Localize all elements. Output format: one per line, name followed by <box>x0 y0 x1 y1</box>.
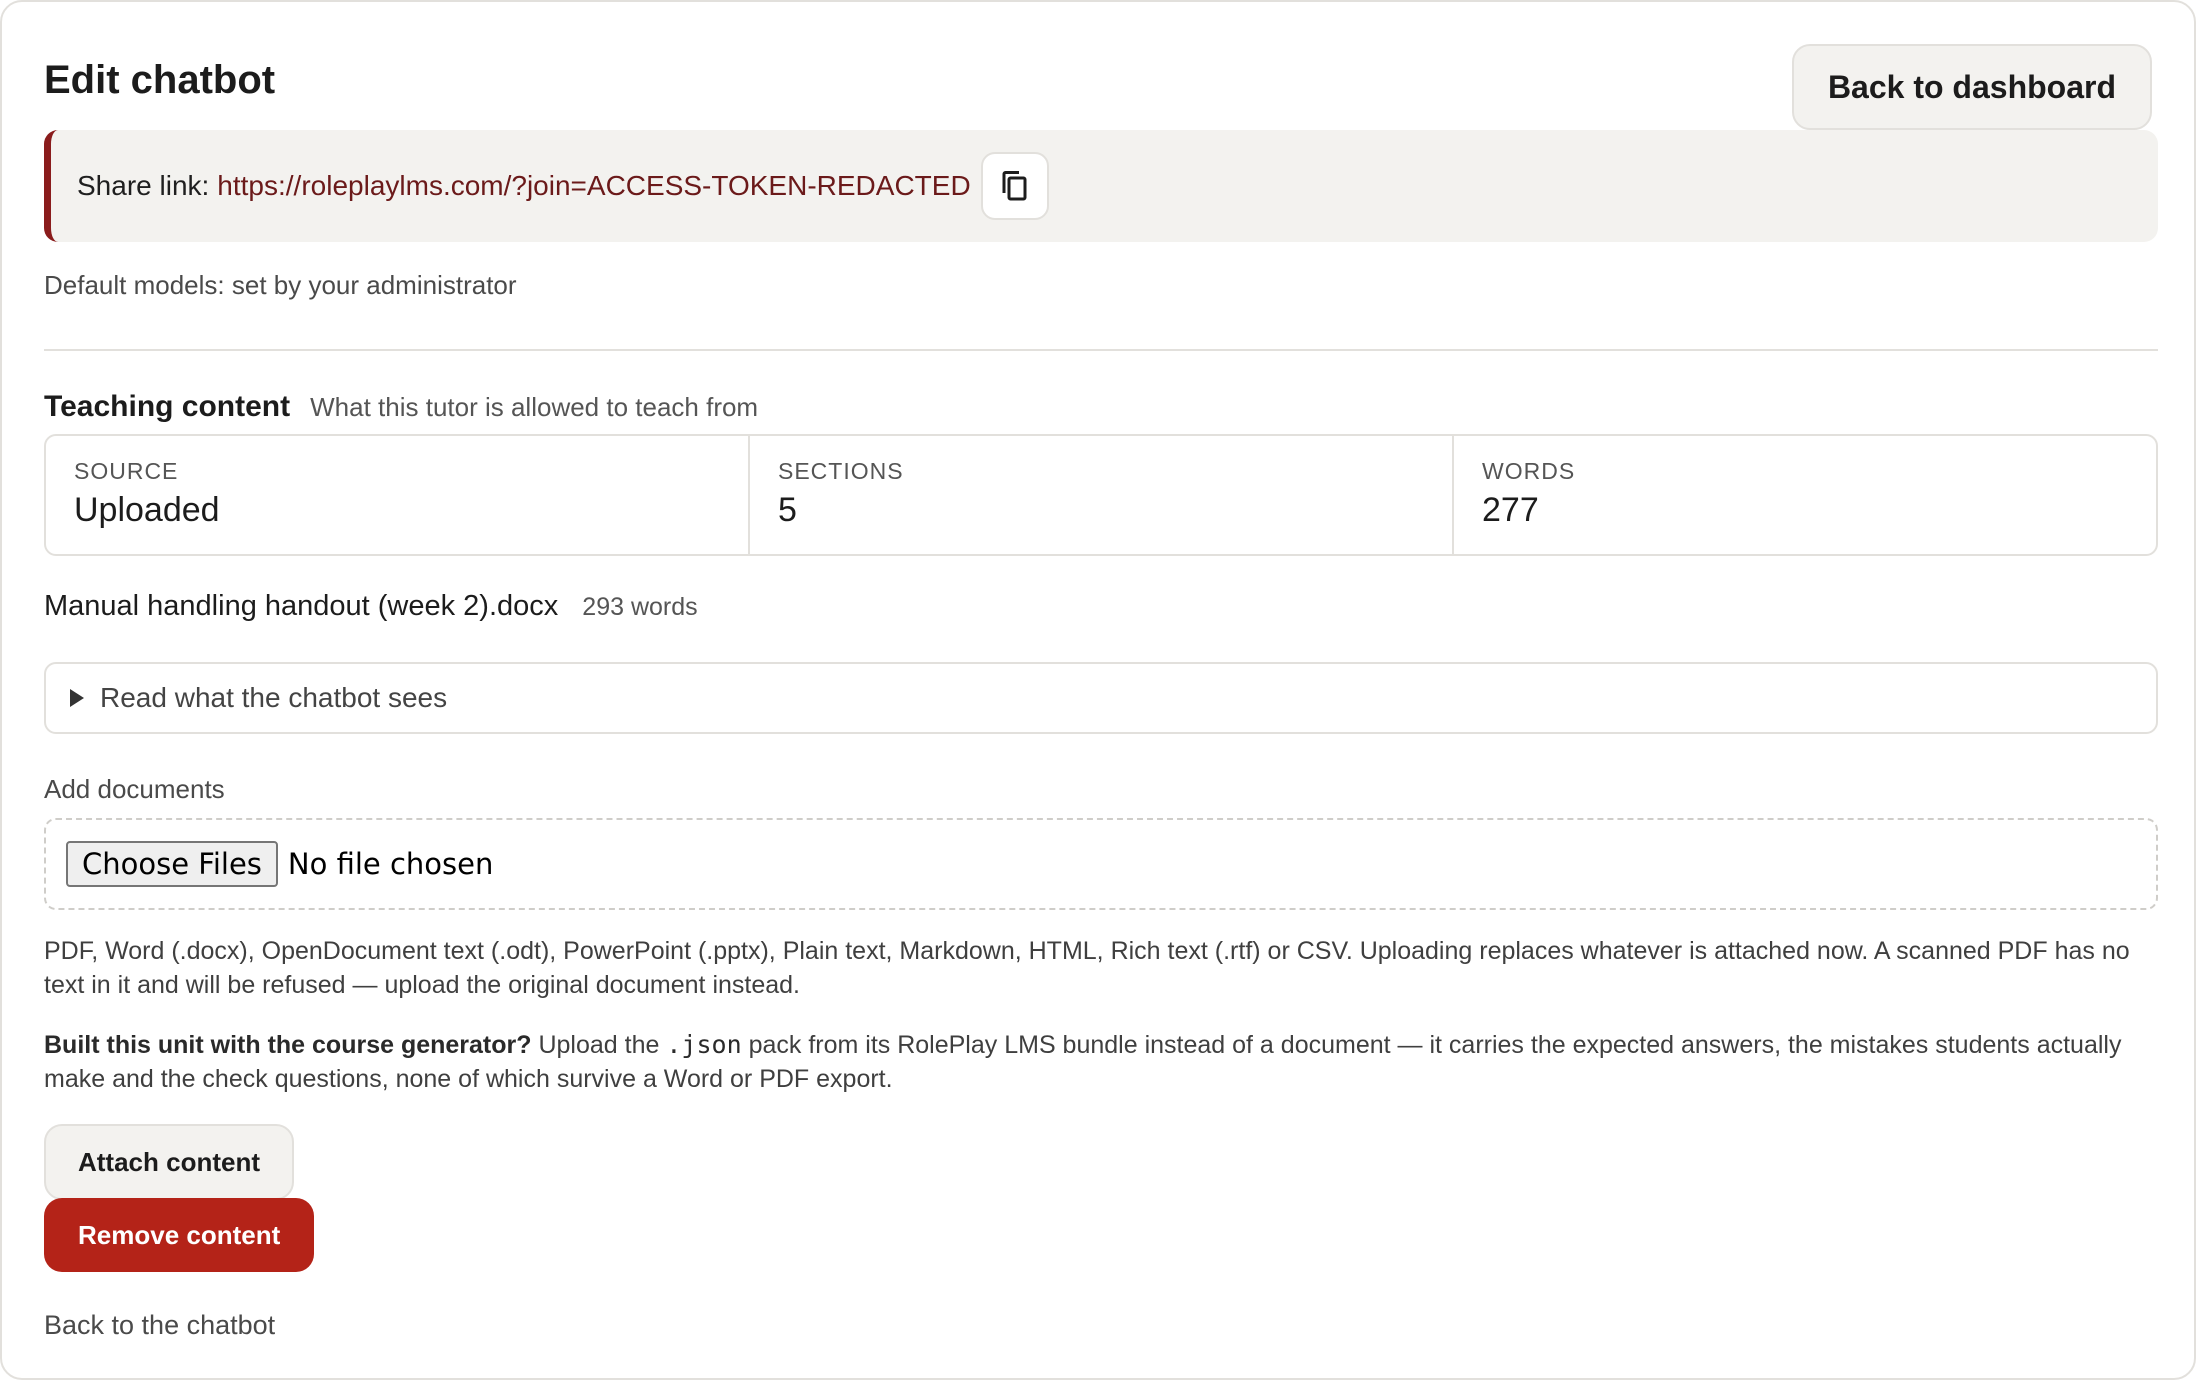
stat-value: 277 <box>1482 491 1539 529</box>
stat-label: WORDS <box>1482 458 1576 484</box>
stat-label: SOURCE <box>74 458 179 484</box>
copy-link-button[interactable] <box>980 152 1049 220</box>
file-status: No file chosen <box>287 847 494 881</box>
choose-files-button[interactable]: Choose Files <box>66 841 278 887</box>
stat-sections: SECTIONS 5 <box>748 436 1452 554</box>
disclosure-label: Read what the chatbot sees <box>100 682 448 713</box>
attached-file: Manual handling handout (week 2).docx 29… <box>44 590 698 623</box>
course-generator-tip: Built this unit with the course generato… <box>44 1028 2158 1096</box>
attached-file-name: Manual handling handout (week 2).docx <box>44 590 559 622</box>
supported-formats-help: PDF, Word (.docx), OpenDocument text (.o… <box>44 937 2130 999</box>
page-title: Edit chatbot <box>44 58 276 102</box>
share-link-url[interactable]: https://roleplaylms.com/?join=ACCESS-TOK… <box>217 170 970 202</box>
back-to-dashboard-button[interactable]: Back to dashboard <box>1791 44 2152 130</box>
remove-content-button[interactable]: Remove content <box>44 1198 315 1272</box>
tip-heading: Built this unit with the course generato… <box>44 1031 532 1059</box>
stat-value: 5 <box>778 491 797 529</box>
back-to-chatbot-link[interactable]: Back to the chatbot <box>44 1310 275 1341</box>
stat-label: SECTIONS <box>778 458 904 484</box>
default-models-note: Default models: set by your administrato… <box>44 270 517 300</box>
edit-chatbot-card: Edit chatbot Back to dashboard Share lin… <box>0 0 2196 1380</box>
share-link-label: Share link: <box>77 170 210 201</box>
stat-value: Uploaded <box>74 491 220 529</box>
share-link-panel: Share link: https://roleplaylms.com/?joi… <box>44 130 2158 242</box>
teaching-content-subtitle: What this tutor is allowed to teach from <box>310 392 759 422</box>
content-stats: SOURCE Uploaded SECTIONS 5 WORDS 277 <box>44 434 2158 556</box>
read-chatbot-content-disclosure[interactable]: Read what the chatbot sees <box>44 662 2158 734</box>
stat-source: SOURCE Uploaded <box>46 436 748 554</box>
teaching-content-title: Teaching content <box>44 390 291 423</box>
teaching-content-header: Teaching content What this tutor is allo… <box>44 390 758 424</box>
tip-code: .json <box>666 1030 742 1059</box>
divider <box>44 349 2158 351</box>
copy-icon <box>1002 171 1027 201</box>
attach-content-button[interactable]: Attach content <box>44 1124 294 1200</box>
file-upload-dropzone[interactable]: Choose Files No file chosen <box>44 818 2158 910</box>
add-documents-label: Add documents <box>44 774 225 804</box>
tip-text-pre: Upload the <box>531 1031 667 1059</box>
attached-file-word-count: 293 words <box>582 593 698 621</box>
stat-words: WORDS 277 <box>1452 436 2156 554</box>
disclosure-triangle-icon <box>70 689 84 707</box>
